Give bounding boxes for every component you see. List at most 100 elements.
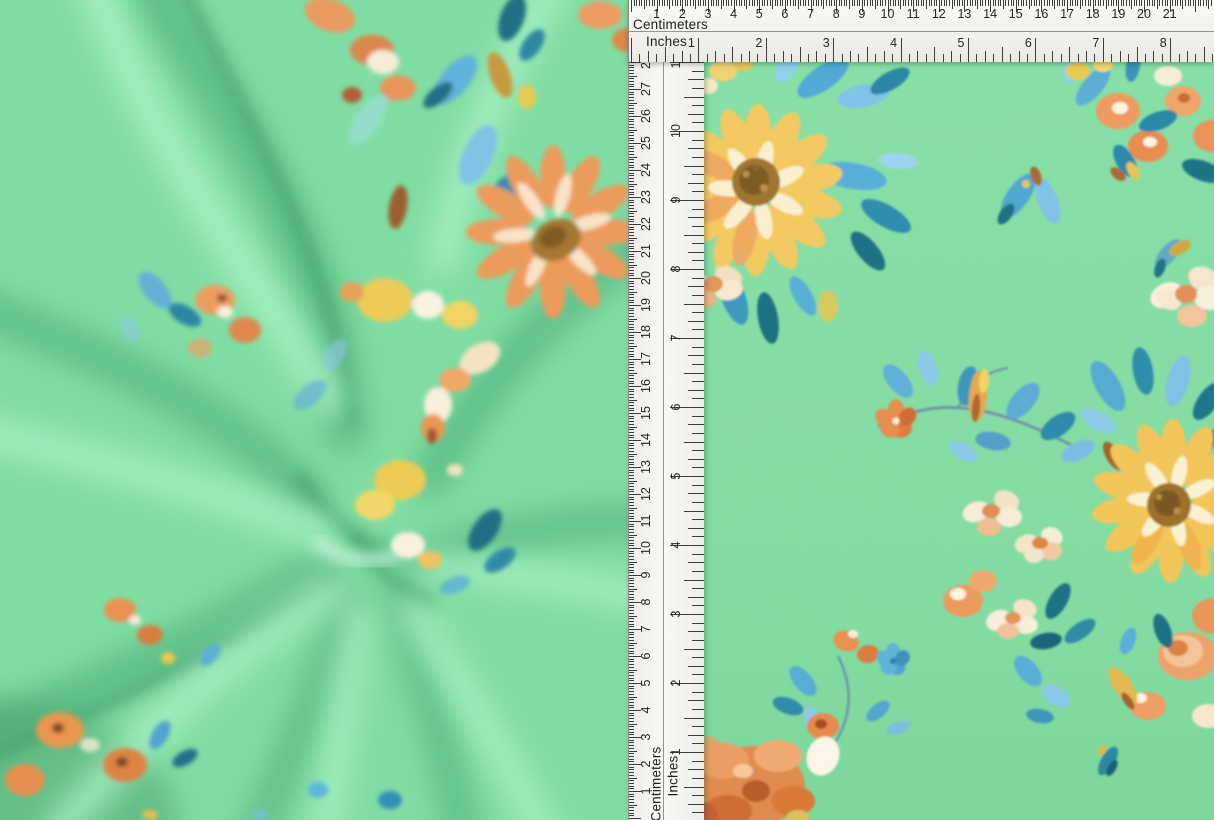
inch-tick: [692, 640, 704, 641]
inch-tick: [875, 54, 876, 62]
inch-tick: [692, 157, 704, 158]
inch-tick: [724, 54, 725, 62]
inch-tick: [960, 54, 961, 62]
inch-tick: [684, 373, 704, 374]
inch-tick: [684, 718, 704, 719]
inch-tick: [684, 511, 704, 512]
inch-tick: [692, 243, 704, 244]
inch-tick: [692, 450, 704, 451]
fabric-texture-overlay: [0, 0, 628, 820]
inch-tick: [1162, 54, 1163, 62]
inch-tick: [976, 54, 977, 62]
inch-tick: [909, 54, 910, 62]
inch-tick: [684, 235, 704, 236]
inch-tick: [1212, 54, 1213, 62]
inch-tick: [1019, 51, 1020, 62]
inch-tick: [1044, 54, 1045, 62]
inch-tick-label: 1: [670, 749, 683, 756]
inch-tick: [901, 38, 902, 62]
inch-tick: [688, 735, 704, 736]
inch-tick: [692, 347, 704, 348]
inch-tick: [688, 217, 704, 218]
inch-tick: [688, 528, 704, 529]
inch-tick: [688, 459, 704, 460]
inch-tick: [1111, 54, 1112, 62]
inch-tick-label: 9: [670, 197, 683, 204]
inch-tick: [692, 571, 704, 572]
inch-tick: [688, 666, 704, 667]
inch-tick: [1128, 54, 1129, 62]
inch-tick: [682, 51, 683, 62]
inch-tick: [867, 47, 868, 62]
inch-tick-label: 8: [670, 266, 683, 273]
inch-tick: [684, 649, 704, 650]
inch-tick: [692, 209, 704, 210]
inch-tick: [692, 278, 704, 279]
inch-tick: [684, 97, 704, 98]
inch-tick: [688, 769, 704, 770]
inch-tick: [741, 54, 742, 62]
inch-tick: [692, 71, 704, 72]
inch-tick: [639, 54, 640, 62]
inch-tick: [692, 226, 704, 227]
inch-tick: [692, 623, 704, 624]
inch-tick: [1061, 54, 1062, 62]
inch-tick: [1145, 54, 1146, 62]
inch-tick: [692, 812, 704, 813]
inch-tick: [732, 47, 733, 62]
inch-tick: [1094, 54, 1095, 62]
inch-tick-label: 6: [1025, 37, 1032, 50]
inch-tick: [783, 51, 784, 62]
inch-tick: [1179, 54, 1180, 62]
fabric-flat-panel: [628, 56, 1214, 820]
inch-tick: [688, 252, 704, 253]
inch-tick: [692, 433, 704, 434]
flat-fabric-art: [628, 56, 1214, 820]
inch-tick: [688, 493, 704, 494]
inch-tick-label: 2: [670, 680, 683, 687]
inch-tick: [692, 105, 704, 106]
inch-tick: [934, 47, 935, 62]
inch-tick: [688, 631, 704, 632]
inch-tick: [774, 54, 775, 62]
inch-tick: [791, 54, 792, 62]
inch-tick: [985, 51, 986, 62]
inch-tick: [1086, 51, 1087, 62]
inch-tick: [688, 286, 704, 287]
inch-tick: [800, 47, 801, 62]
inch-tick: [631, 38, 632, 62]
inch-tick: [692, 364, 704, 365]
inch-tick: [757, 54, 758, 62]
inch-tick: [692, 795, 704, 796]
inch-tick: [1153, 51, 1154, 62]
inch-tick: [692, 726, 704, 727]
top-ruler-inches-label: Inches: [646, 35, 687, 49]
inch-tick: [825, 54, 826, 62]
inch-tick: [1052, 51, 1053, 62]
side-ruler-vertical: 1234567891011121314151617181920212223242…: [628, 56, 704, 820]
inch-tick: [648, 51, 649, 62]
inch-tick: [692, 260, 704, 261]
swirl-fabric-art: [0, 0, 628, 820]
inch-tick: [688, 700, 704, 701]
inch-tick-label: 5: [670, 473, 683, 480]
inch-tick: [692, 588, 704, 589]
inch-tick: [968, 38, 969, 62]
inch-tick-label: 3: [670, 611, 683, 618]
inch-tick: [684, 787, 704, 788]
inch-tick: [690, 54, 691, 62]
inch-tick: [692, 467, 704, 468]
inch-tick: [1137, 47, 1138, 62]
inch-tick-label: 4: [890, 37, 897, 50]
inch-tick: [692, 88, 704, 89]
inch-tick: [688, 562, 704, 563]
inch-tick: [688, 148, 704, 149]
inch-tick: [692, 536, 704, 537]
inch-tick: [692, 174, 704, 175]
inch-tick: [692, 605, 704, 606]
inch-tick: [1120, 51, 1121, 62]
inch-tick: [692, 502, 704, 503]
inch-tick: [1195, 54, 1196, 62]
inch-tick: [917, 51, 918, 62]
inch-tick: [1027, 54, 1028, 62]
